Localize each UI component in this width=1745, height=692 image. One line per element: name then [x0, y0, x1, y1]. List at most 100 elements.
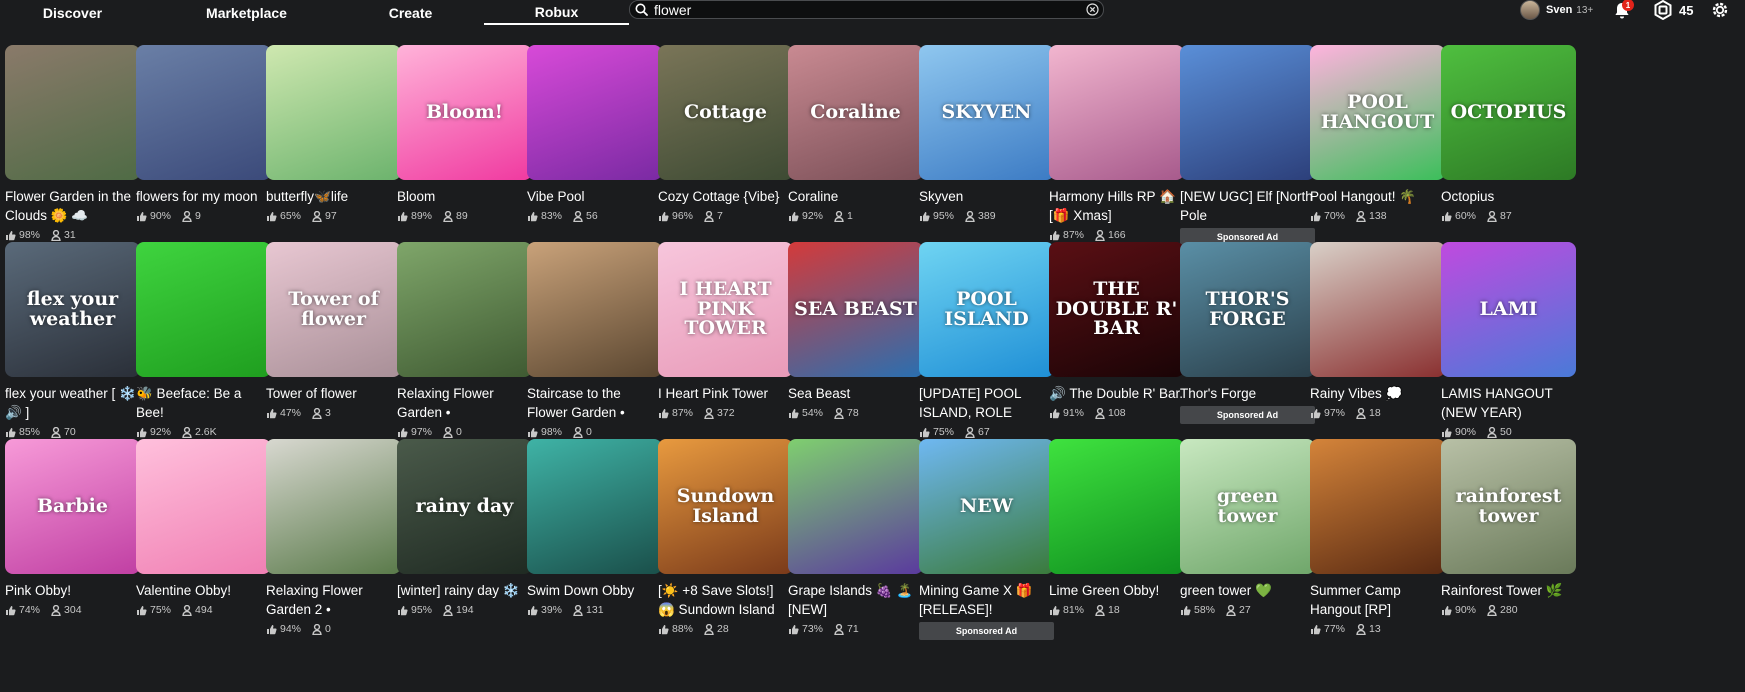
tab-robux[interactable]: Robux: [484, 0, 629, 25]
game-title[interactable]: [☀️ +8 Save Slots!] 😱 Sundown Island: [658, 581, 793, 619]
game-thumbnail[interactable]: [527, 439, 662, 574]
game-title[interactable]: Rainy Vibes 💭: [1310, 384, 1445, 403]
game-title[interactable]: green tower 💚: [1180, 581, 1315, 600]
game-title[interactable]: Tower of flower: [266, 384, 401, 403]
game-card[interactable]: Lime Green Obby! 81% 18: [1049, 439, 1184, 629]
game-card[interactable]: Flower Garden in the Clouds 🌼 ☁️ 98% 31: [5, 45, 140, 241]
game-title[interactable]: Sea Beast: [788, 384, 923, 403]
game-card[interactable]: LAMI LAMIS HANGOUT (NEW YEAR) 90% 50: [1441, 242, 1576, 438]
game-title[interactable]: Relaxing Flower Garden •: [397, 384, 532, 422]
game-title[interactable]: Cozy Cottage {Vibe}: [658, 187, 793, 206]
game-thumbnail[interactable]: [136, 45, 271, 180]
game-card[interactable]: Grape Islands 🍇 🏝️ [NEW] 73% 71: [788, 439, 923, 635]
game-card[interactable]: Cottage Cozy Cottage {Vibe} 96% 7: [658, 45, 793, 235]
game-thumbnail[interactable]: [5, 45, 140, 180]
search-bar[interactable]: [629, 0, 1104, 19]
game-card[interactable]: Relaxing Flower Garden • 97% 0: [397, 242, 532, 438]
game-thumbnail[interactable]: flex your weather: [5, 242, 140, 377]
game-thumbnail[interactable]: [266, 45, 401, 180]
game-title[interactable]: Summer Camp Hangout [RP]: [1310, 581, 1445, 619]
game-card[interactable]: POOL ISLAND [UPDATE] POOL ISLAND, ROLE 75%…: [919, 242, 1054, 438]
game-thumbnail[interactable]: SEA BEAST: [788, 242, 923, 377]
game-card[interactable]: Vibe Pool 83% 56: [527, 45, 662, 235]
game-thumbnail[interactable]: POOL ISLAND: [919, 242, 1054, 377]
game-card[interactable]: Staircase to the Flower Garden • 98% 0: [527, 242, 662, 438]
game-thumbnail[interactable]: rainforest tower: [1441, 439, 1576, 574]
game-title[interactable]: Flower Garden in the Clouds 🌼 ☁️: [5, 187, 140, 225]
game-card[interactable]: I HEART PINK TOWER I Heart Pink Tower 87% 3…: [658, 242, 793, 432]
game-card[interactable]: [NEW UGC] Elf [North Pole Sponsored Ad: [1180, 45, 1315, 246]
game-card[interactable]: THE DOUBLE R' BAR 🔊 The Double R' Bar. 91%…: [1049, 242, 1184, 432]
game-thumbnail[interactable]: [1310, 242, 1445, 377]
game-title[interactable]: Lime Green Obby!: [1049, 581, 1184, 600]
game-card[interactable]: SKYVEN Skyven 95% 389: [919, 45, 1054, 235]
game-thumbnail[interactable]: Sundown Island: [658, 439, 793, 574]
game-title[interactable]: Swim Down Obby: [527, 581, 662, 600]
game-card[interactable]: POOL HANGOUT Pool Hangout! 🌴 70% 138: [1310, 45, 1445, 235]
game-title[interactable]: flowers for my moon: [136, 187, 271, 206]
game-thumbnail[interactable]: POOL HANGOUT: [1310, 45, 1445, 180]
game-title[interactable]: Pool Hangout! 🌴: [1310, 187, 1445, 206]
game-title[interactable]: Grape Islands 🍇 🏝️ [NEW]: [788, 581, 923, 619]
game-title[interactable]: Relaxing Flower Garden 2 •: [266, 581, 401, 619]
game-card[interactable]: Coraline Coraline 92% 1: [788, 45, 923, 235]
game-card[interactable]: THOR'S FORGE Thor's Forge Sponsored Ad: [1180, 242, 1315, 432]
game-thumbnail[interactable]: [1310, 439, 1445, 574]
game-title[interactable]: Valentine Obby!: [136, 581, 271, 600]
game-title[interactable]: I Heart Pink Tower: [658, 384, 793, 403]
game-card[interactable]: butterfly🦋life 65% 97: [266, 45, 401, 235]
game-title[interactable]: Octopius: [1441, 187, 1576, 206]
game-card[interactable]: OCTOPIUS Octopius 60% 87: [1441, 45, 1576, 235]
game-thumbnail[interactable]: NEW: [919, 439, 1054, 574]
game-title[interactable]: [UPDATE] POOL ISLAND, ROLE: [919, 384, 1054, 422]
game-title[interactable]: butterfly🦋life: [266, 187, 401, 206]
game-title[interactable]: Coraline: [788, 187, 923, 206]
game-card[interactable]: Summer Camp Hangout [RP] 77% 13: [1310, 439, 1445, 635]
notifications-button[interactable]: 1: [1612, 0, 1634, 21]
game-thumbnail[interactable]: Coraline: [788, 45, 923, 180]
game-title[interactable]: Rainforest Tower 🌿: [1441, 581, 1576, 600]
game-card[interactable]: Relaxing Flower Garden 2 • 94% 0: [266, 439, 401, 635]
game-thumbnail[interactable]: [1049, 439, 1184, 574]
tab-create[interactable]: Create: [338, 0, 483, 25]
game-title[interactable]: flex your weather [ ❄️ 🔊 ]: [5, 384, 140, 422]
tab-marketplace[interactable]: Marketplace: [174, 0, 319, 25]
game-thumbnail[interactable]: Barbie: [5, 439, 140, 574]
game-thumbnail[interactable]: [788, 439, 923, 574]
game-title[interactable]: Mining Game X 🎁 [RELEASE]!: [919, 581, 1054, 619]
game-thumbnail[interactable]: THE DOUBLE R' BAR: [1049, 242, 1184, 377]
game-thumbnail[interactable]: [397, 242, 532, 377]
game-title[interactable]: Pink Obby!: [5, 581, 140, 600]
game-thumbnail[interactable]: [527, 242, 662, 377]
search-input[interactable]: [652, 1, 1081, 18]
game-title[interactable]: 🐝 Beeface: Be a Bee!: [136, 384, 271, 422]
game-card[interactable]: Harmony Hills RP 🏠 [🎁 Xmas] 87% 166: [1049, 45, 1184, 241]
game-thumbnail[interactable]: THOR'S FORGE: [1180, 242, 1315, 377]
game-thumbnail[interactable]: OCTOPIUS: [1441, 45, 1576, 180]
settings-button[interactable]: [1710, 0, 1730, 20]
game-card[interactable]: Rainy Vibes 💭 97% 18: [1310, 242, 1445, 432]
game-thumbnail[interactable]: SKYVEN: [919, 45, 1054, 180]
game-card[interactable]: rainforest tower Rainforest Tower 🌿 90% 280: [1441, 439, 1576, 629]
game-title[interactable]: Harmony Hills RP 🏠 [🎁 Xmas]: [1049, 187, 1184, 225]
user-profile-link[interactable]: Sven 13+: [1520, 0, 1593, 20]
game-title[interactable]: Bloom: [397, 187, 532, 206]
game-card[interactable]: 🐝 Beeface: Be a Bee! 92% 2.6K: [136, 242, 271, 438]
game-card[interactable]: green tower green tower 💚 58% 27: [1180, 439, 1315, 629]
game-card[interactable]: SEA BEAST Sea Beast 54% 78: [788, 242, 923, 432]
game-card[interactable]: Sundown Island [☀️ +8 Save Slots!] 😱 Sund…: [658, 439, 793, 635]
game-title[interactable]: [NEW UGC] Elf [North Pole: [1180, 187, 1315, 225]
game-card[interactable]: flowers for my moon 90% 9: [136, 45, 271, 235]
robux-balance-button[interactable]: 45: [1654, 0, 1693, 20]
game-title[interactable]: LAMIS HANGOUT (NEW YEAR): [1441, 384, 1576, 422]
game-card[interactable]: NEW Mining Game X 🎁 [RELEASE]! Sponsored A…: [919, 439, 1054, 640]
game-thumbnail[interactable]: [136, 242, 271, 377]
game-thumbnail[interactable]: [136, 439, 271, 574]
game-thumbnail[interactable]: rainy day: [397, 439, 532, 574]
game-thumbnail[interactable]: green tower: [1180, 439, 1315, 574]
clear-search-icon[interactable]: [1081, 1, 1103, 18]
game-title[interactable]: [winter] rainy day ❄️: [397, 581, 532, 600]
tab-discover[interactable]: Discover: [0, 0, 145, 25]
game-card[interactable]: Barbie Pink Obby! 74% 304: [5, 439, 140, 629]
game-thumbnail[interactable]: Tower of flower: [266, 242, 401, 377]
